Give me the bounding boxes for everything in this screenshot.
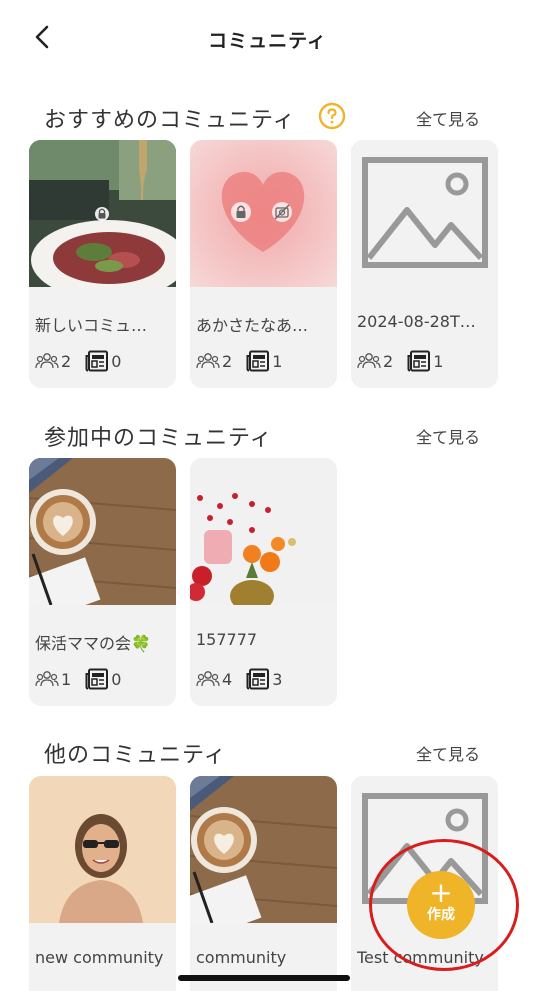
community-card[interactable]: 2024-08-28T… 2 1 [351,140,498,388]
community-name: あかさたなあ… [196,316,309,335]
home-indicator [178,975,350,981]
community-thumbnail [190,458,337,605]
member-count: 2 [383,351,394,371]
community-stats: 2 1 [357,350,457,372]
members-icon [357,353,381,369]
post-count: 3 [272,669,283,689]
community-name: 2024-08-28T… [357,312,476,331]
post-count: 1 [272,351,283,371]
community-name: 保活ママの会🍀 [35,634,151,653]
section-title-others: 他のコミュニティ [44,743,227,768]
section-title-recommended: おすすめのコミュニティ [44,108,296,133]
community-thumbnail [29,458,176,605]
community-card[interactable]: community [190,776,337,991]
posts-icon [246,350,270,372]
community-thumbnail [190,776,337,923]
see-all-recommended[interactable]: 全て見る [416,106,480,130]
members-icon [196,353,220,369]
community-name: community [196,948,287,967]
member-count: 2 [222,351,233,371]
posts-icon [246,668,270,690]
community-thumbnail [29,140,176,287]
member-count: 1 [61,669,72,689]
posts-icon [85,350,109,372]
member-count: 2 [61,351,72,371]
members-icon [196,671,220,687]
section-title-joined: 参加中のコミュニティ [44,426,273,451]
image-placeholder-icon [351,140,498,287]
header: コミュニティ [0,0,535,75]
member-count: 4 [222,669,233,689]
community-card[interactable]: 保活ママの会🍀 1 0 [29,458,176,706]
posts-icon [85,668,109,690]
community-stats: 2 1 [196,350,296,372]
community-thumbnail [29,776,176,923]
highlight-circle [369,839,519,971]
posts-icon [407,350,431,372]
see-all-joined[interactable]: 全て見る [416,424,480,448]
post-count: 0 [111,351,122,371]
see-all-others[interactable]: 全て見る [416,741,480,765]
community-card[interactable]: あかさたなあ… 2 1 [190,140,337,388]
community-thumbnail [190,140,337,287]
members-icon [35,671,59,687]
members-icon [35,353,59,369]
community-name: 157777 [196,630,258,649]
community-thumbnail [351,140,498,287]
community-stats: 4 3 [196,668,296,690]
community-card[interactable]: 157777 4 3 [190,458,337,706]
community-name: 新しいコミュ… [35,316,148,335]
community-stats: 1 0 [35,668,135,690]
community-card[interactable]: 新しいコミュ… 2 0 [29,140,176,388]
help-icon[interactable] [318,102,346,130]
community-name: new community [35,948,164,967]
community-card[interactable]: new community [29,776,176,991]
page-title: コミュニティ [208,30,327,52]
community-stats: 2 0 [35,350,135,372]
post-count: 0 [111,669,122,689]
post-count: 1 [433,351,444,371]
